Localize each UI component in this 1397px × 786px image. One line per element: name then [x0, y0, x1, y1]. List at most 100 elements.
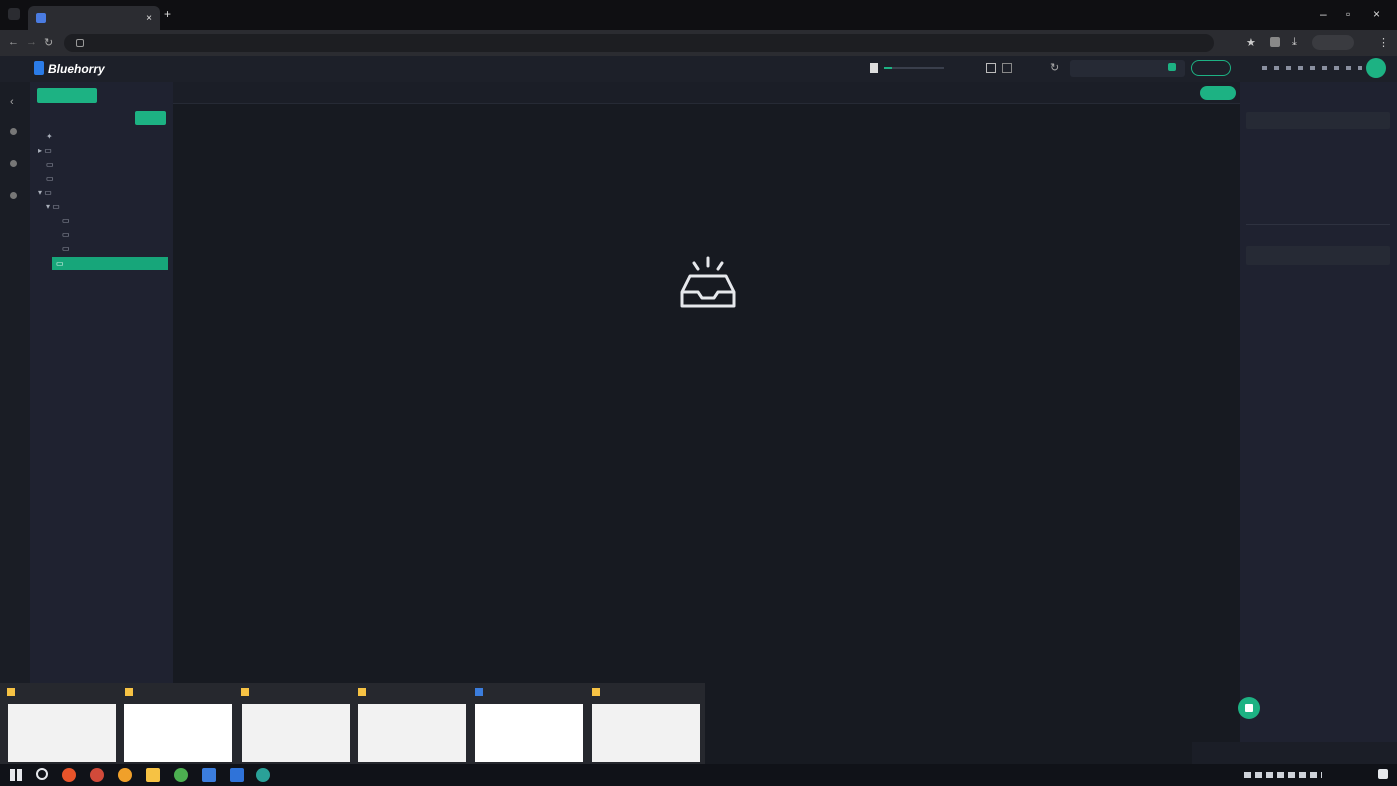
sidebar-tab-1[interactable]	[37, 88, 97, 103]
storage-bar	[884, 67, 944, 69]
tree-item[interactable]: ▭	[62, 216, 161, 225]
app-header	[0, 56, 1397, 82]
app-icon	[475, 688, 483, 696]
header-action-button[interactable]	[1191, 60, 1231, 76]
tree-item[interactable]: ✦	[46, 132, 161, 141]
tree-item[interactable]: ▭	[46, 160, 161, 169]
help-float-button[interactable]	[1238, 697, 1260, 719]
avatar[interactable]	[1366, 58, 1386, 78]
window-thumbnail[interactable]	[472, 685, 587, 764]
app-logo[interactable]: Bluehorry	[48, 62, 105, 76]
extensions-icon[interactable]	[1270, 37, 1280, 47]
forward-icon[interactable]: →	[26, 36, 37, 48]
window-thumbnail[interactable]	[355, 685, 470, 764]
tray-icons[interactable]	[1244, 772, 1322, 778]
logo-icon	[34, 61, 44, 75]
rail-icon-1[interactable]	[10, 128, 17, 135]
tree-item[interactable]: ▭	[46, 174, 161, 183]
header-icon-group[interactable]	[1262, 66, 1362, 70]
folder-icon	[358, 688, 366, 696]
file-list-area	[173, 104, 1240, 764]
divider	[1246, 224, 1390, 225]
back-icon[interactable]: ←	[8, 36, 19, 48]
tree-item[interactable]: ▾ ▭	[46, 202, 161, 211]
folder-icon	[125, 688, 133, 696]
collapse-icon[interactable]: ‹	[10, 96, 14, 108]
tab-close-icon[interactable]: ×	[146, 13, 152, 24]
rail-icon-2[interactable]	[10, 160, 17, 167]
chrome-icon[interactable]	[174, 768, 188, 782]
thumbnail-preview	[242, 704, 350, 762]
restore-button[interactable]: ▫	[1346, 7, 1350, 21]
thumbnail-preview	[358, 704, 466, 762]
home-icon	[1245, 704, 1253, 712]
app-icon-4[interactable]	[202, 768, 216, 782]
folder-icon: ▭	[46, 160, 54, 169]
url-field[interactable]	[64, 34, 1214, 52]
left-rail: ‹	[0, 82, 30, 764]
pin-icon: ✦	[46, 132, 53, 141]
folder-icon	[592, 688, 600, 696]
window-thumbnail[interactable]	[238, 685, 353, 764]
browser-tab[interactable]: ×	[28, 6, 160, 30]
window-thumbnail[interactable]	[589, 685, 704, 764]
profile-button[interactable]	[1312, 35, 1354, 50]
close-window-button[interactable]: ×	[1373, 7, 1380, 21]
upload-status-bar[interactable]	[1192, 742, 1397, 764]
site-info-icon[interactable]	[76, 39, 84, 47]
search-clear-icon[interactable]	[1168, 63, 1176, 71]
upload-button[interactable]	[1200, 86, 1236, 100]
download-icon[interactable]: ⤓	[1292, 36, 1297, 49]
app-icon-5[interactable]	[230, 768, 244, 782]
folder-icon: ▾ ▭	[38, 188, 52, 197]
tree-item[interactable]: ▭	[62, 244, 161, 253]
app-icon-3[interactable]	[118, 768, 132, 782]
bookmark-star-icon[interactable]: ★	[1246, 36, 1256, 49]
empty-inbox-icon	[680, 256, 736, 308]
folder-icon: ▾ ▭	[46, 202, 60, 211]
rail-icon-3[interactable]	[10, 192, 17, 199]
notification-icon[interactable]	[1378, 769, 1388, 779]
window-thumbnail[interactable]	[122, 685, 237, 764]
thumbnail-preview	[592, 704, 700, 762]
folder-icon: ▭	[62, 216, 70, 225]
window-thumbnail[interactable]	[4, 685, 119, 764]
taskbar-thumbnail-strip	[0, 683, 705, 764]
app-icon-6[interactable]	[256, 768, 270, 782]
storage-icon	[870, 63, 878, 73]
browser-menu-icon[interactable]: ⋮	[1378, 36, 1389, 49]
browser-tab-bar: × + – ▫ ×	[0, 0, 1397, 30]
minimize-button[interactable]: –	[1320, 7, 1327, 21]
app-icon-2[interactable]	[90, 768, 104, 782]
folder-icon: ▭	[62, 244, 70, 253]
tree-item-selected[interactable]: ▭	[52, 257, 168, 270]
folder-icon: ▸ ▭	[38, 146, 52, 155]
view-grid-icon[interactable]	[986, 63, 996, 73]
tree-item[interactable]: ▭	[62, 230, 161, 239]
folder-icon	[7, 688, 15, 696]
tree-item[interactable]: ▸ ▭	[38, 146, 161, 155]
os-taskbar	[0, 764, 1397, 786]
folder-icon	[241, 688, 249, 696]
description-input[interactable]	[1246, 112, 1390, 129]
start-icon[interactable]	[10, 769, 22, 781]
thumbnail-preview	[8, 704, 116, 762]
file-explorer-icon[interactable]	[146, 768, 160, 782]
app-icon-1[interactable]	[62, 768, 76, 782]
tree-item[interactable]: ▾ ▭	[38, 188, 161, 197]
search-icon[interactable]	[36, 768, 48, 780]
file-toolbar	[173, 82, 1240, 104]
new-folder-button[interactable]	[135, 111, 166, 125]
folder-icon: ▭	[56, 259, 64, 268]
thumbnail-preview	[475, 704, 583, 762]
tags-input[interactable]	[1246, 246, 1390, 265]
thumbnail-preview	[124, 704, 232, 762]
sidebar: ✦ ▸ ▭ ▭ ▭ ▾ ▭ ▾ ▭ ▭ ▭ ▭ ▭	[30, 82, 173, 764]
reload-icon[interactable]: ↻	[44, 36, 53, 49]
new-tab-button[interactable]: +	[164, 7, 171, 21]
refresh-icon[interactable]: ↻	[1050, 61, 1059, 74]
view-list-icon[interactable]	[1002, 63, 1012, 73]
folder-icon: ▭	[62, 230, 70, 239]
tab-search-icon[interactable]	[8, 8, 20, 20]
details-panel	[1238, 82, 1397, 764]
